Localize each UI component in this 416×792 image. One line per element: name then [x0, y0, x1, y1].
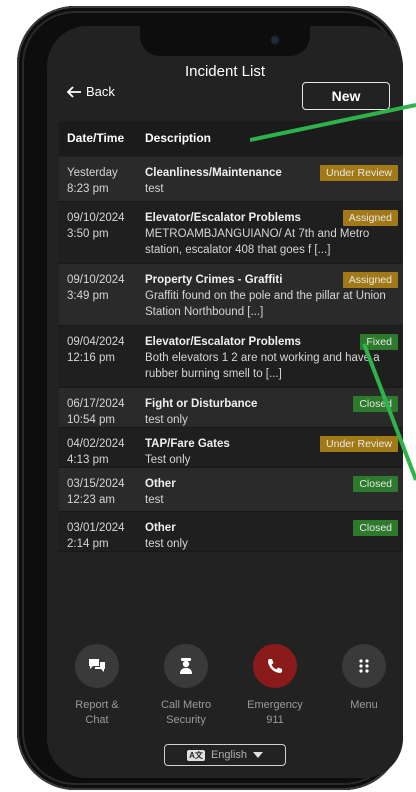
- row-datetime: 03/15/2024 12:23 am: [67, 478, 125, 506]
- security-label-1: Call Metro: [160, 699, 212, 711]
- security-officer-icon: [180, 658, 192, 674]
- row-datetime: 06/17/2024 10:54 pm: [67, 398, 125, 426]
- chat-bubbles-icon: [89, 659, 105, 672]
- row-datetime: 09/10/2024 3:49 pm: [67, 274, 125, 302]
- col-header-description: Description: [145, 131, 212, 145]
- row-datetime: 04/02/2024 4:13 pm: [67, 438, 125, 466]
- status-badge: Closed: [353, 520, 398, 536]
- security-label-2: Security: [166, 714, 206, 726]
- bottom-nav: Report & Chat Call Metro Security Emerge…: [47, 626, 403, 778]
- phone-notch: [140, 26, 310, 56]
- grid-dots-icon: [359, 659, 369, 673]
- table-row[interactable]: 09/10/2024 3:49 pm Property Crimes - Graf…: [59, 264, 403, 326]
- call-security-button[interactable]: Call Metro Security: [147, 644, 225, 728]
- status-badge: Assigned: [342, 210, 398, 226]
- phone-icon: [268, 659, 282, 673]
- report-label-2: Chat: [85, 714, 109, 726]
- table-row[interactable]: Yesterday 8:23 pm Cleanliness/Maintenance…: [59, 157, 403, 202]
- table-row[interactable]: 09/10/2024 3:50 pm Elevator/Escalator Pro…: [59, 202, 403, 264]
- table-row[interactable]: 04/02/2024 4:13 pm TAP/Fare Gates Test onl…: [59, 428, 403, 468]
- report-chat-button[interactable]: Report & Chat: [58, 644, 136, 728]
- status-badge: Under Review: [320, 165, 398, 181]
- emergency-911-button[interactable]: Emergency 911: [236, 644, 314, 728]
- arrow-left-icon: [67, 85, 81, 98]
- row-datetime: 09/04/2024 12:16 pm: [67, 336, 125, 364]
- camera-icon: [271, 36, 279, 44]
- table-row[interactable]: 06/17/2024 10:54 pm Fight or Disturbance t…: [59, 388, 403, 428]
- col-header-date: Date/Time: [67, 131, 125, 145]
- status-badge: Assigned: [342, 272, 398, 288]
- annotation-arrow-top: [250, 103, 416, 142]
- back-button[interactable]: Back: [67, 84, 115, 99]
- row-datetime: Yesterday 8:23 pm: [67, 167, 118, 195]
- row-datetime: 09/10/2024 3:50 pm: [67, 212, 125, 240]
- language-label: English: [210, 749, 248, 761]
- incident-list: Yesterday 8:23 pm Cleanliness/Maintenance…: [59, 157, 403, 552]
- back-label: Back: [86, 84, 115, 99]
- row-datetime: 03/01/2024 2:14 pm: [67, 522, 125, 550]
- table-row[interactable]: 03/01/2024 2:14 pm Other test only Closed: [59, 512, 403, 552]
- chevron-down-icon: [253, 752, 264, 758]
- page-title: Incident List: [184, 63, 266, 80]
- emergency-label-1: Emergency: [247, 699, 303, 711]
- menu-label: Menu: [350, 699, 378, 711]
- translate-icon: A文: [186, 749, 205, 761]
- language-selector[interactable]: A文 English: [164, 744, 286, 766]
- table-row[interactable]: 03/15/2024 12:23 am Other test Closed: [59, 468, 403, 512]
- menu-button[interactable]: Menu: [325, 644, 403, 713]
- emergency-label-2: 911: [266, 714, 284, 726]
- annotation-arrow-bottom: [362, 343, 416, 481]
- report-label-1: Report &: [75, 699, 119, 711]
- table-row[interactable]: 09/04/2024 12:16 pm Elevator/Escalator Pr…: [59, 326, 403, 388]
